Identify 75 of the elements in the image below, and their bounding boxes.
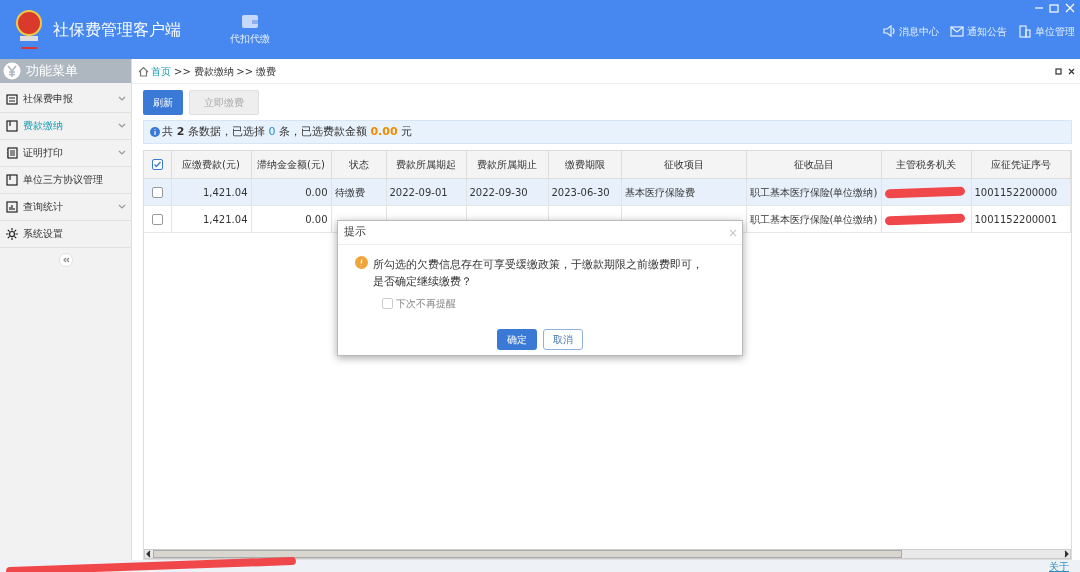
- row-checkbox[interactable]: [151, 214, 163, 225]
- speaker-icon: [882, 24, 897, 39]
- breadcrumb-text: 缴费: [255, 64, 276, 79]
- column-header: 征收项目: [663, 158, 704, 170]
- maximize-icon[interactable]: [1049, 2, 1059, 13]
- table-cell: 1001152200001: [974, 213, 1058, 225]
- column-header: 应缴费款(元): [182, 158, 240, 170]
- sidebar-item[interactable]: 单位三方协议管理: [0, 166, 131, 194]
- close-icon[interactable]: [1067, 67, 1075, 75]
- column-header: 征收品目: [793, 158, 834, 170]
- column-header: 缴费期限: [564, 158, 605, 170]
- book-icon: [5, 173, 18, 186]
- mail-icon: [950, 24, 964, 39]
- home-icon[interactable]: [137, 65, 149, 77]
- row-checkbox[interactable]: [151, 187, 163, 198]
- select-all-checkbox[interactable]: [151, 159, 163, 171]
- cancel-button[interactable]: 取消: [542, 328, 583, 350]
- column-header: 费款所属期起: [396, 158, 456, 170]
- table-cell: 2022-09-01: [389, 186, 448, 198]
- breadcrumb-text: >>: [236, 64, 254, 79]
- warning-icon: [354, 256, 368, 269]
- column-header: 费款所属期止: [477, 158, 537, 170]
- table-cell: 2023-06-30: [551, 186, 610, 198]
- column-header: 滞纳金金额(元): [257, 158, 325, 170]
- chevron-icon: [117, 95, 126, 102]
- table-cell: 1,421.04: [202, 186, 248, 198]
- header-link[interactable]: 消息中心: [882, 23, 939, 39]
- column-header: 应征凭证序号: [990, 158, 1051, 170]
- app-title: 社保费管理客户端: [52, 18, 181, 41]
- horizontal-scrollbar[interactable]: [144, 549, 1071, 559]
- chevron-icon: [117, 203, 126, 210]
- refresh-button[interactable]: 刷新: [143, 89, 183, 115]
- sidebar-item[interactable]: 查询统计: [0, 193, 131, 221]
- sidebar-item[interactable]: 社保费申报: [0, 85, 131, 113]
- confirm-button[interactable]: 确定: [497, 328, 538, 350]
- table-cell: 职工基本医疗保险(单位缴纳): [749, 186, 878, 198]
- scroll-left-icon[interactable]: [145, 550, 153, 558]
- table-row[interactable]: 1,421.04 0.00 待缴费 2022-09-01 2022-09-30 2023-06-30 基本医疗保险费 职工基本医疗保险(单位缴纳) 1001152200000: [144, 178, 1071, 206]
- breadcrumb-link[interactable]: 首页: [151, 63, 172, 79]
- form-icon: [5, 92, 18, 105]
- table-cell: 0.00: [305, 213, 328, 225]
- column-header: 状态: [348, 158, 369, 170]
- table-cell: 1001152200000: [974, 186, 1058, 198]
- book-icon: [5, 119, 18, 132]
- breadcrumb-text: 费款缴纳: [193, 64, 234, 79]
- sidebar-item[interactable]: 费款缴纳: [0, 112, 131, 140]
- restore-icon[interactable]: [1055, 67, 1062, 75]
- collapse-button[interactable]: [58, 253, 73, 268]
- remember-checkbox[interactable]: 下次不再提醒: [382, 295, 742, 311]
- info-icon: [149, 127, 160, 137]
- dialog-message: 所勾选的欠费信息存在可享受缓缴政策，于缴款期限之前缴费即可，是否确定继续缴费？: [373, 257, 703, 289]
- toolbar-button[interactable]: 代扣代缴: [230, 12, 270, 47]
- breadcrumb-text: >>: [174, 64, 191, 79]
- chart-icon: [5, 200, 18, 213]
- sidebar-title: 功能菜单: [26, 62, 79, 81]
- table-cell: 1,421.04: [202, 213, 248, 225]
- wallet-icon: [241, 12, 259, 29]
- table-cell: 2022-09-30: [469, 186, 528, 198]
- chevron-icon: [117, 122, 126, 129]
- double-chevron-icon: [61, 257, 70, 264]
- column-header: 主管税务机关: [896, 158, 956, 170]
- header-link[interactable]: 单位管理: [1017, 23, 1075, 39]
- table-cell: 基本医疗保险费: [624, 186, 695, 198]
- sidebar-item[interactable]: 系统设置: [0, 220, 131, 248]
- sidebar-item[interactable]: 证明打印: [0, 139, 131, 167]
- chevron-icon: [117, 149, 126, 156]
- gear-icon: [5, 227, 18, 240]
- table-cell: 待缴费: [334, 186, 365, 198]
- table-cell: 0.00: [305, 186, 328, 198]
- info-message: 共 2 条数据，已选择 0 条，已选费款金额 0.00 元: [162, 123, 413, 140]
- building-icon: [1017, 24, 1032, 39]
- about-link[interactable]: 关于: [1049, 558, 1069, 572]
- table-cell: 职工基本医疗保险(单位缴纳): [749, 213, 878, 225]
- header-link[interactable]: 通知公告: [950, 23, 1007, 39]
- list-icon: [5, 146, 18, 159]
